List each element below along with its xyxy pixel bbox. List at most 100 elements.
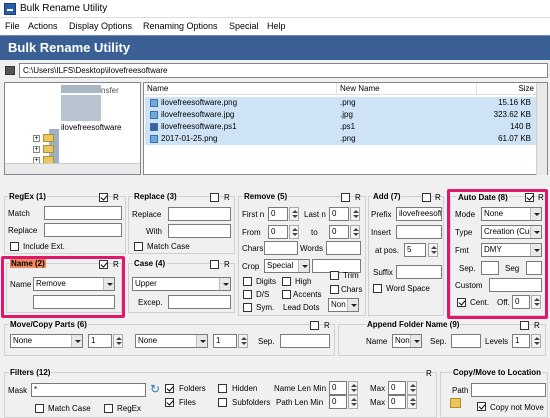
add-enable-checkbox[interactable] (422, 193, 431, 202)
from-input[interactable]: 0 (268, 225, 288, 239)
movecopy-count-1[interactable]: 1 (88, 334, 112, 348)
filters-regex-checkbox[interactable] (104, 404, 113, 413)
folder-tree[interactable]: nsfer ilovefreesoftware + + + (4, 82, 141, 175)
column-name[interactable]: Name (144, 83, 337, 95)
browse-folder-icon[interactable] (450, 398, 461, 408)
regex-enable-checkbox[interactable] (99, 193, 108, 202)
file-list[interactable]: Name New Name Size ilovefreesoftware.png… (143, 82, 548, 175)
movecopy-sep-input[interactable] (280, 334, 330, 348)
suffix-input[interactable] (396, 265, 442, 279)
excep-input[interactable] (168, 295, 231, 309)
name-select[interactable]: Remove (33, 277, 115, 291)
appendfolder-reset-button[interactable]: R (534, 321, 540, 330)
path-len-min-spinner[interactable] (348, 395, 358, 409)
levels-spinner[interactable] (531, 334, 541, 348)
movecopy-spinner-1[interactable] (113, 334, 123, 348)
type-select[interactable]: Creation (Cur (481, 225, 542, 239)
sym-checkbox[interactable] (243, 303, 252, 312)
refresh-icon[interactable]: ↻ (150, 382, 160, 396)
seg-input[interactable] (526, 261, 542, 275)
movecopy-count-2[interactable]: 1 (213, 334, 237, 348)
levels-input[interactable]: 1 (512, 334, 530, 348)
trim-checkbox[interactable] (330, 271, 339, 280)
folders-checkbox[interactable] (165, 384, 174, 393)
words-input[interactable] (326, 241, 361, 255)
accents-checkbox[interactable] (282, 290, 291, 299)
appendfolder-enable-checkbox[interactable] (520, 321, 529, 330)
copy-not-move-checkbox[interactable] (477, 402, 486, 411)
file-row[interactable]: ilovefreesoftware.jpg .jpg 323.62 KB (145, 109, 547, 121)
tree-item-transfer[interactable]: nsfer (101, 86, 119, 95)
filters-match-case-checkbox[interactable] (35, 404, 44, 413)
path-input[interactable]: C:\Users\ILFS\Desktop\ilovefreesoftware (19, 63, 548, 78)
regex-replace-input[interactable] (44, 223, 122, 237)
remove-enable-checkbox[interactable] (341, 193, 350, 202)
ds-checkbox[interactable] (243, 290, 252, 299)
column-new-name[interactable]: New Name (337, 83, 477, 95)
crop-select[interactable]: Special (264, 259, 310, 273)
first-n-spinner[interactable] (289, 207, 299, 221)
menu-help[interactable]: Help (267, 21, 286, 31)
case-select[interactable]: Upper (132, 277, 231, 291)
autodate-reset-button[interactable]: R (538, 193, 544, 202)
replace-input[interactable] (168, 207, 231, 221)
fmt-select[interactable]: DMY (481, 243, 542, 257)
max-input-2[interactable]: 0 (388, 395, 406, 409)
file-row[interactable]: 2017-01-25.png .png 61.07 KB (145, 133, 547, 145)
from-spinner[interactable] (289, 225, 299, 239)
max-input-1[interactable]: 0 (388, 381, 406, 395)
max-spinner-1[interactable] (407, 381, 417, 395)
menu-display-options[interactable]: Display Options (69, 21, 132, 31)
custom-input[interactable] (489, 278, 542, 292)
path-len-min-input[interactable]: 0 (329, 395, 347, 409)
tree-hscrollbar[interactable] (5, 163, 140, 174)
subfolders-checkbox[interactable] (218, 398, 227, 407)
tree-item-ilovefreesoftware[interactable]: ilovefreesoftware (61, 123, 121, 132)
case-reset-button[interactable]: R (224, 260, 230, 269)
name-len-min-spinner[interactable] (348, 381, 358, 395)
menu-renaming-options[interactable]: Renaming Options (143, 21, 218, 31)
with-input[interactable] (168, 224, 231, 238)
movecopy-select-2[interactable]: None (135, 334, 208, 348)
file-row[interactable]: ilovefreesoftware.png .png 15.16 KB (145, 97, 547, 109)
name-len-min-input[interactable]: 0 (329, 381, 347, 395)
word-space-checkbox[interactable] (373, 284, 382, 293)
autodate-enable-checkbox[interactable] (525, 193, 534, 202)
off-spinner[interactable] (531, 295, 541, 309)
high-checkbox[interactable] (282, 277, 291, 286)
menu-file[interactable]: File (5, 21, 20, 31)
cent-checkbox[interactable] (457, 298, 466, 307)
max-spinner-2[interactable] (407, 395, 417, 409)
regex-match-input[interactable] (44, 206, 122, 220)
off-input[interactable]: 0 (512, 295, 530, 309)
files-checkbox[interactable] (165, 398, 174, 407)
add-reset-button[interactable]: R (435, 193, 441, 202)
appendfolder-sep-input[interactable] (451, 334, 481, 348)
name-enable-checkbox[interactable] (99, 260, 108, 269)
at-pos-input[interactable]: 5 (404, 243, 426, 257)
insert-input[interactable] (396, 225, 442, 239)
remove-reset-button[interactable]: R (355, 193, 361, 202)
to-spinner[interactable] (350, 225, 360, 239)
chars-checkbox[interactable] (330, 285, 339, 294)
column-size[interactable]: Size (477, 83, 538, 95)
at-pos-spinner[interactable] (428, 243, 438, 257)
expand-icon[interactable]: + (33, 146, 40, 153)
movecopy-spinner-2[interactable] (238, 334, 248, 348)
movecopy-reset-button[interactable]: R (324, 321, 330, 330)
filters-reset-button[interactable]: R (426, 369, 432, 378)
mask-input[interactable]: * (31, 383, 146, 397)
file-row[interactable]: ilovefreesoftware.ps1 .ps1 140 B (145, 121, 547, 133)
movecopy-select-1[interactable]: None (10, 334, 83, 348)
name-input[interactable] (33, 295, 115, 309)
case-enable-checkbox[interactable] (210, 260, 219, 269)
hidden-checkbox[interactable] (218, 384, 227, 393)
copymove-path-input[interactable] (471, 383, 546, 397)
chars-input[interactable] (264, 241, 298, 255)
mode-select[interactable]: None (481, 207, 542, 221)
menu-actions[interactable]: Actions (28, 21, 58, 31)
sep-input[interactable] (481, 261, 499, 275)
regex-include-ext-checkbox[interactable] (10, 242, 19, 251)
lead-dots-select[interactable]: Non (328, 298, 359, 312)
prefix-input[interactable]: ilovefreesoft (396, 207, 442, 221)
